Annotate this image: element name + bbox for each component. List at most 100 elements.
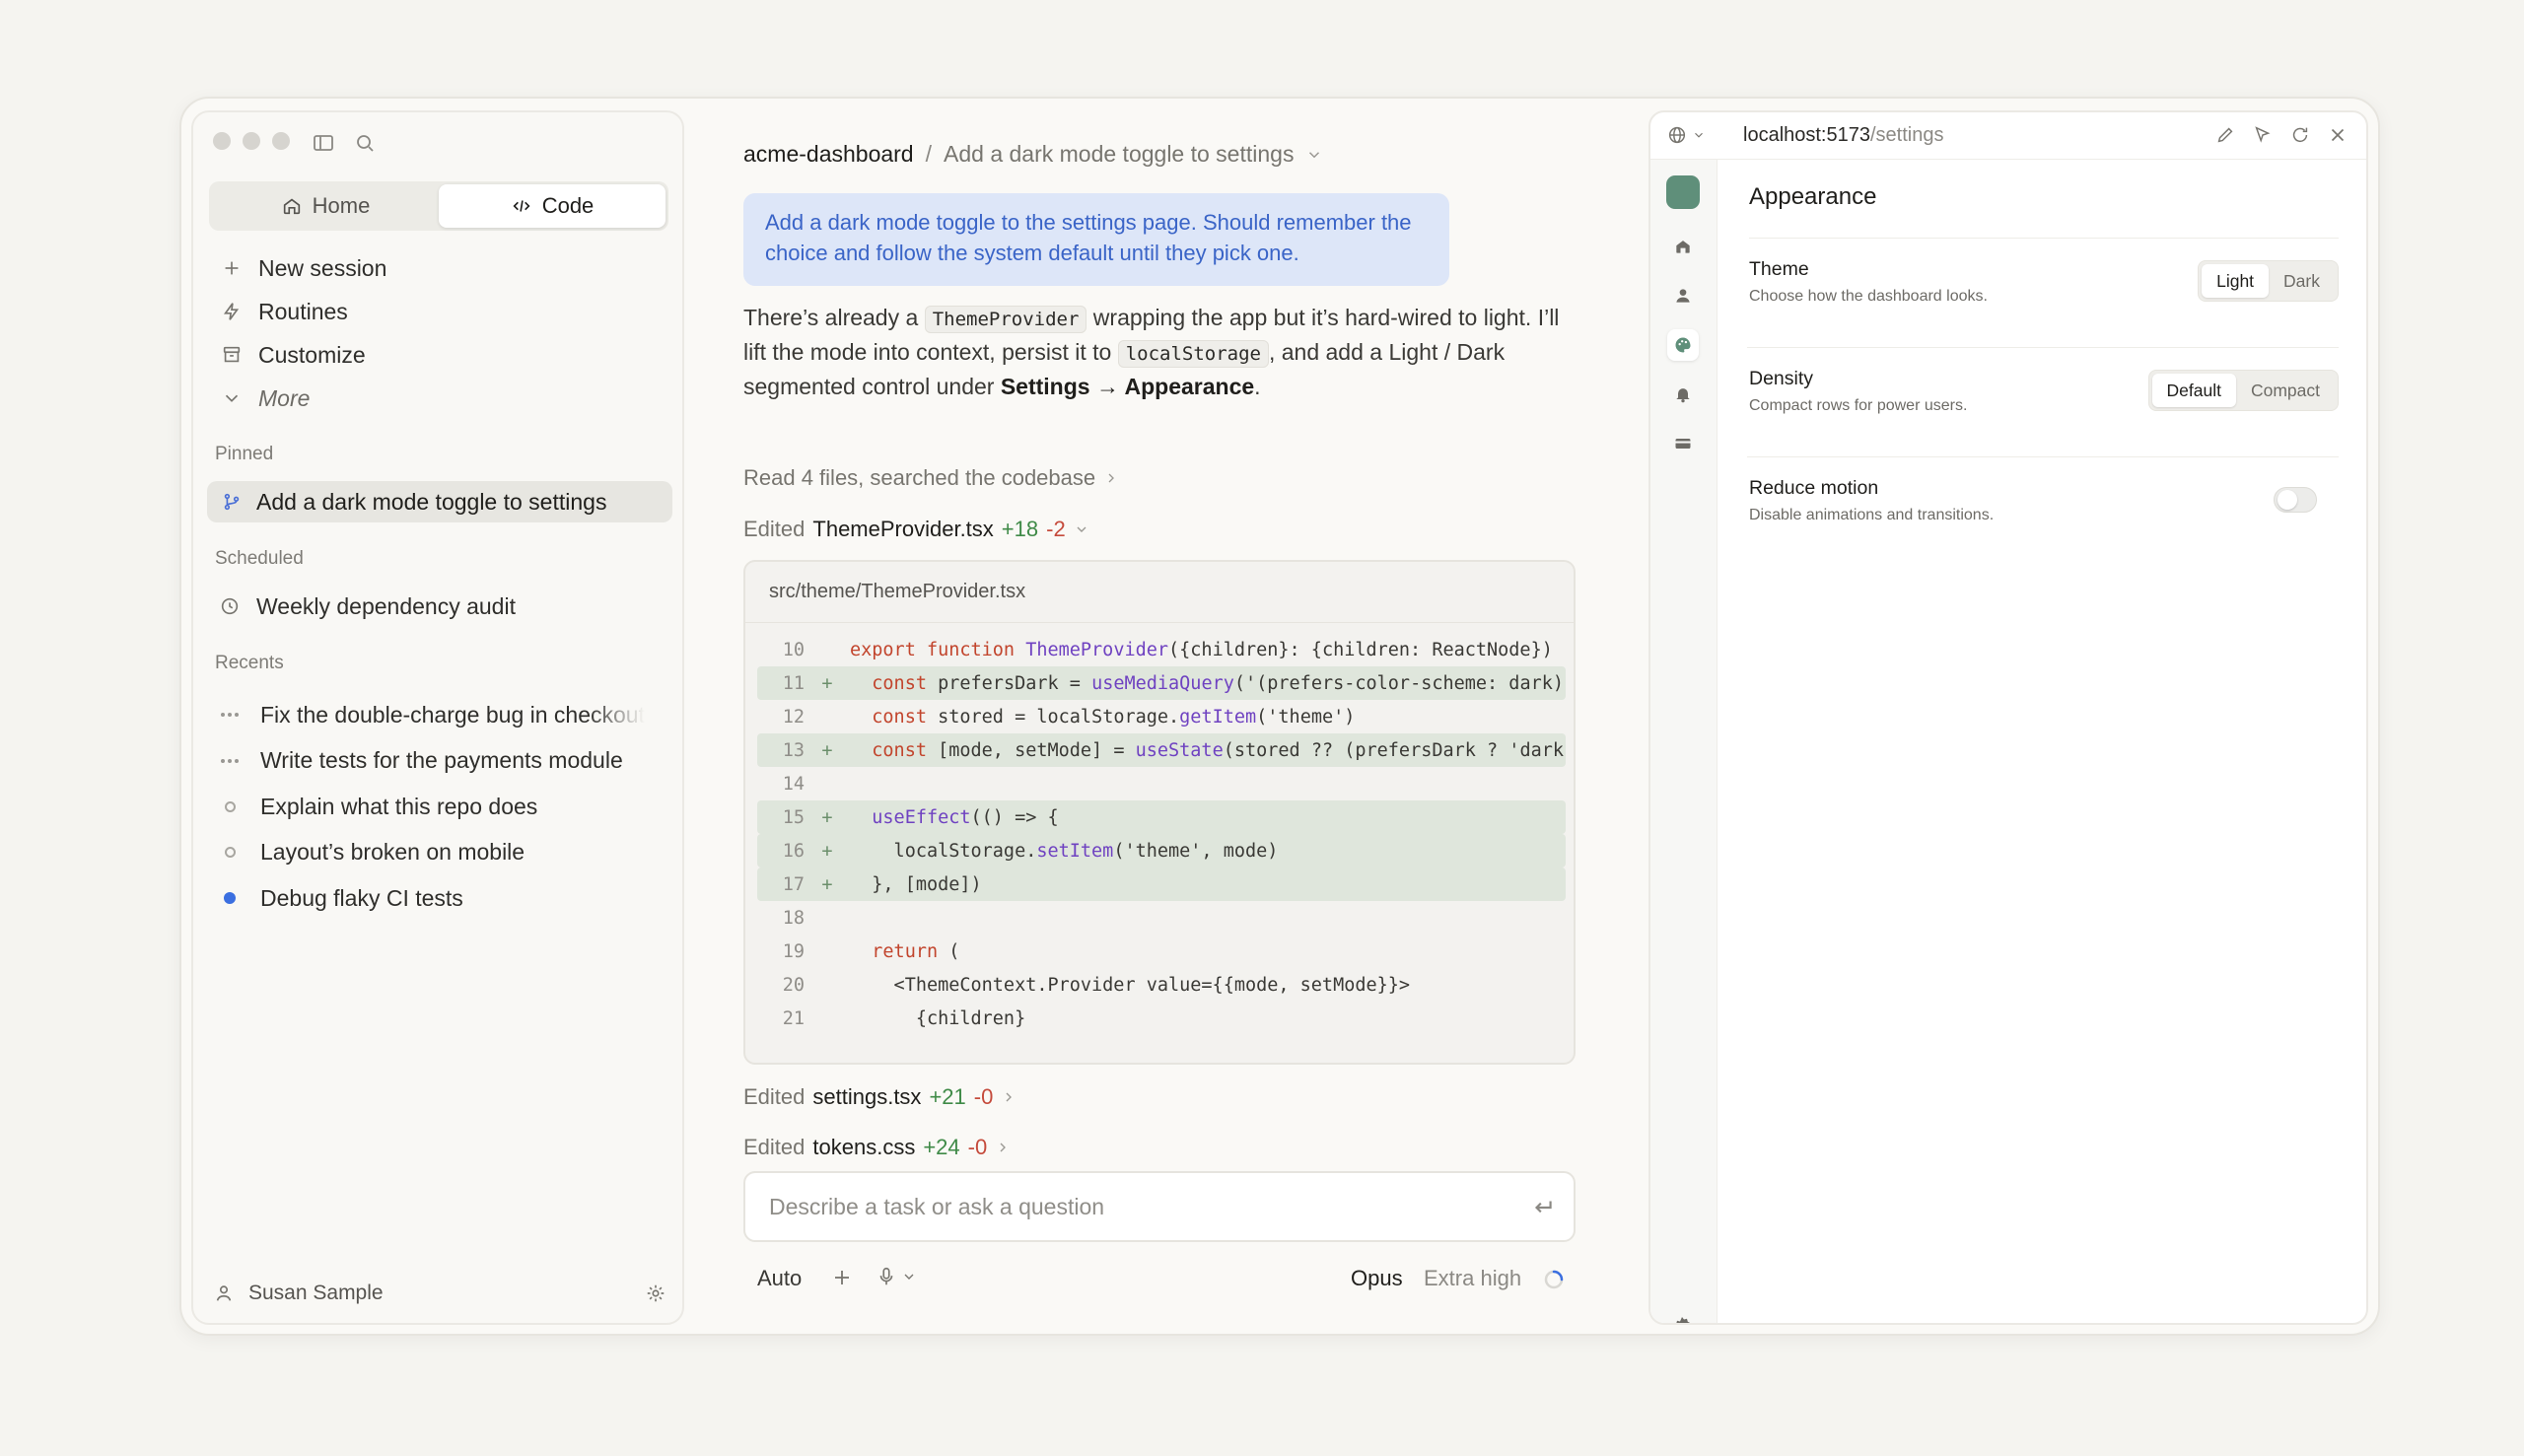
voice-input-button[interactable] — [876, 1266, 917, 1287]
idle-status-icon — [219, 847, 241, 859]
address-bar[interactable]: localhost:5173/settings — [1743, 124, 1943, 147]
bell-icon — [1676, 388, 1690, 403]
reply-bold: Settings → Appearance — [1000, 374, 1255, 399]
palette-icon — [1675, 337, 1691, 353]
chevron-down-icon — [225, 394, 239, 402]
recent-item[interactable]: Fix the double-charge bug in checkout — [207, 692, 661, 738]
reduce-motion-toggle[interactable] — [2274, 487, 2317, 513]
diff-marker: + — [821, 840, 833, 862]
archive-icon — [223, 346, 241, 363]
pinned-heading: Pinned — [215, 444, 274, 464]
pinned-session-item[interactable]: Add a dark mode toggle to settings — [207, 481, 672, 522]
model-selector[interactable]: Opus — [1351, 1266, 1403, 1291]
diff-code-body: 10 export function ThemeProvider({childre… — [757, 633, 1566, 1035]
assistant-reply: There’s already a ThemeProvider wrapping… — [743, 302, 1581, 403]
recent-item[interactable]: Explain what this repo does — [207, 784, 661, 830]
recent-item[interactable]: Write tests for the payments module — [207, 738, 661, 785]
new-session-button[interactable]: New session — [209, 246, 668, 290]
breadcrumb: acme-dashboard / Add a dark mode toggle … — [743, 141, 1323, 168]
reply-text: . — [1254, 374, 1261, 399]
app-logo — [1666, 175, 1700, 209]
line-number: 17 — [782, 873, 805, 895]
pointer-icon[interactable] — [2252, 124, 2274, 146]
line-number: 11 — [782, 672, 805, 694]
close-icon[interactable] — [2327, 124, 2349, 146]
theme-dark-option[interactable]: Dark — [2269, 264, 2335, 298]
routines-nav-item[interactable]: Routines — [209, 290, 668, 333]
code-text: useEffect(() => { — [872, 806, 1059, 828]
recent-item[interactable]: Layout’s broken on mobile — [207, 830, 661, 876]
credit-card-icon — [1675, 439, 1691, 449]
rail-billing-button[interactable] — [1667, 428, 1699, 459]
user-name: Susan Sample — [248, 1282, 384, 1304]
user-message-bubble: Add a dark mode toggle to the settings p… — [743, 193, 1449, 286]
theme-light-option[interactable]: Light — [2202, 264, 2270, 298]
session-title[interactable]: Add a dark mode toggle to settings — [944, 141, 1294, 168]
edit-summary-settings[interactable]: Edited settings.tsx +21 -0 — [743, 1084, 1017, 1110]
reply-text: There’s already a — [743, 305, 925, 330]
prompt-input[interactable] — [769, 1193, 1499, 1220]
lines-removed: -0 — [973, 1084, 994, 1109]
diff-line-added: 15 + useEffect(() => { — [757, 800, 1566, 834]
rail-home-button[interactable] — [1667, 231, 1699, 262]
edit-file-name: tokens.css — [812, 1135, 916, 1159]
read-files-summary[interactable]: Read 4 files, searched the codebase — [743, 465, 1119, 491]
settings-section-title: Appearance — [1749, 179, 2339, 239]
diff-viewer: src/theme/ThemeProvider.tsx 10 export fun… — [743, 560, 1576, 1065]
edit-summary-themeprovider[interactable]: Edited ThemeProvider.tsx +18 -2 — [743, 517, 1089, 542]
recent-item[interactable]: Debug flaky CI tests — [207, 875, 661, 922]
sidebar-toggle-icon[interactable] — [312, 131, 335, 155]
line-number: 15 — [782, 806, 805, 828]
settings-gear-icon[interactable] — [645, 1283, 666, 1304]
appearance-settings: Appearance Theme Choose how the dashboar… — [1747, 179, 2339, 567]
tab-code[interactable]: Code — [439, 184, 666, 228]
plus-icon[interactable] — [830, 1266, 854, 1289]
customize-nav-item[interactable]: Customize — [209, 333, 668, 377]
line-number: 18 — [782, 907, 805, 929]
enter-icon[interactable] — [1530, 1195, 1556, 1220]
code-text: <ThemeContext.Provider value={{mode, set… — [850, 974, 1411, 996]
effort-selector[interactable]: Extra high — [1424, 1266, 1521, 1291]
home-icon — [283, 198, 300, 215]
user-account-row[interactable]: Susan Sample — [213, 1282, 666, 1305]
diff-line: 19 return ( — [757, 935, 1566, 968]
chevron-down-icon[interactable] — [1305, 146, 1323, 164]
mode-selector[interactable]: Auto — [757, 1266, 802, 1291]
repo-name[interactable]: acme-dashboard — [743, 141, 914, 168]
settings-gear-icon[interactable] — [1670, 1315, 1694, 1325]
diff-line: 21 {children} — [757, 1002, 1566, 1035]
refresh-icon[interactable] — [2289, 124, 2311, 146]
code-text: const stored = localStorage.getItem('the… — [872, 706, 1356, 728]
home-code-switcher: Home Code — [209, 181, 668, 231]
lines-removed: -2 — [1046, 517, 1066, 541]
scheduled-item-label: Weekly dependency audit — [256, 592, 516, 619]
density-compact-option[interactable]: Compact — [2236, 374, 2335, 407]
nav-label: New session — [258, 254, 387, 281]
window-controls — [213, 132, 290, 150]
sidebar: Home Code New session Routines Customize… — [191, 110, 684, 1325]
density-default-option[interactable]: Default — [2151, 374, 2236, 407]
scheduled-item[interactable]: Weekly dependency audit — [207, 586, 516, 627]
line-number: 20 — [782, 974, 805, 996]
search-icon[interactable] — [353, 131, 377, 155]
rail-appearance-button[interactable] — [1667, 329, 1699, 361]
close-window-button[interactable] — [213, 132, 231, 150]
tab-home-label: Home — [312, 193, 371, 218]
rail-profile-button[interactable] — [1667, 280, 1699, 312]
rail-notifications-button[interactable] — [1667, 379, 1699, 410]
maximize-window-button[interactable] — [272, 132, 290, 150]
tab-home[interactable]: Home — [212, 184, 439, 228]
pinned-session-label: Add a dark mode toggle to settings — [256, 488, 607, 515]
edit-summary-tokens[interactable]: Edited tokens.css +24 -0 — [743, 1135, 1011, 1160]
more-nav-item[interactable]: More — [209, 377, 668, 420]
minimize-window-button[interactable] — [243, 132, 260, 150]
pencil-icon[interactable] — [2214, 124, 2236, 146]
site-info-button[interactable] — [1666, 124, 1706, 146]
diff-line-added: 16 + localStorage.setItem('theme', mode) — [757, 834, 1566, 867]
lines-removed: -0 — [967, 1135, 988, 1159]
diff-line: 10 export function ThemeProvider({childre… — [757, 633, 1566, 666]
chevron-down-icon — [1077, 526, 1087, 532]
prompt-input-box[interactable] — [743, 1171, 1576, 1242]
edit-prefix: Edited — [743, 1084, 806, 1109]
browser-toolbar: localhost:5173/settings — [1650, 112, 2366, 160]
